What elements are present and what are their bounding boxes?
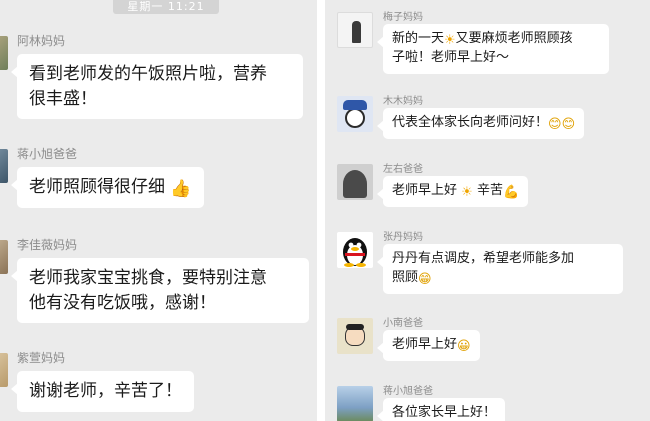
avatar[interactable] — [337, 164, 373, 200]
message-text: 老师照顾得很仔细 — [29, 177, 165, 197]
chat-message: 阿林妈妈 看到老师发的午饭照片啦，营养 很丰盛！ — [0, 32, 317, 128]
message-text: 辛苦 — [476, 183, 503, 198]
message-bubble[interactable]: 老师早上好😀 — [377, 330, 480, 361]
chat-message: 蒋小旭爸爸 老师照顾得很仔细 👍 — [0, 145, 317, 215]
message-text: 新的一天 — [392, 31, 445, 46]
avatar-face — [345, 108, 365, 128]
avatar[interactable] — [0, 149, 8, 183]
message-text: 子啦！老师早上好～ — [392, 49, 510, 65]
message-text: 他有没有吃饭哦，感谢！ — [29, 292, 216, 313]
message-text: 老师早上好 — [392, 337, 458, 352]
left-chat-panel: 星期一 11:21 阿林妈妈 看到老师发的午饭照片啦，营养 很丰盛！ 蒋小旭爸爸… — [0, 0, 317, 421]
message-text: 丹丹有点调皮，希望老师能多加 — [392, 251, 575, 266]
chat-timestamp: 星期一 11:21 — [113, 0, 219, 14]
flexed-arm-icon: 💪 — [502, 185, 520, 200]
message-text: 谢谢老师，辛苦了！ — [29, 381, 182, 401]
avatar-hat — [343, 100, 367, 110]
message-bubble[interactable]: 谢谢老师，辛苦了！ — [11, 371, 194, 412]
message-bubble[interactable]: 各位家长早上好！ — [376, 398, 506, 421]
sender-name[interactable]: 木木妈妈 — [383, 92, 423, 107]
sender-name[interactable]: 李佳薇妈妈 — [17, 236, 77, 253]
message-bubble[interactable]: 丹丹有点调皮，希望老师能多加 照顾😁 — [377, 244, 623, 294]
avatar[interactable] — [337, 386, 373, 421]
avatar[interactable] — [337, 232, 373, 268]
chat-message: 李佳薇妈妈 老师我家宝宝挑食，要特别注意 他有没有吃饭哦，感谢！ — [0, 236, 317, 336]
chat-message: 蒋小旭爸爸 各位家长早上好！ — [325, 382, 650, 421]
avatar[interactable] — [0, 36, 8, 70]
thumbs-up-icon: 👍 — [170, 179, 192, 199]
chat-message: 梅子妈妈 新的一天☀又要麻烦老师照顾孩 子啦！老师早上好～ — [325, 8, 650, 84]
avatar[interactable] — [337, 12, 373, 48]
message-text: 照顾 — [392, 269, 419, 285]
message-text: 老师我家宝宝挑食，要特别注意 — [29, 268, 267, 288]
chat-message: 张丹妈妈 丹丹有点调皮，希望老师能多加 照顾😁 — [325, 228, 650, 302]
message-text: 又要麻烦老师照顾孩 — [455, 31, 573, 46]
penguin-avatar-icon — [343, 238, 367, 267]
avatar[interactable] — [0, 240, 8, 274]
sender-name[interactable]: 张丹妈妈 — [383, 228, 423, 243]
sender-name[interactable]: 小南爸爸 — [383, 314, 423, 329]
avatar-hair — [346, 324, 364, 330]
avatar-figure — [343, 170, 367, 198]
message-text: 代表全体家长向老师问好！ — [392, 115, 549, 130]
smile-icon: 😊😊 — [548, 117, 576, 132]
message-text: 各位家长早上好！ — [392, 405, 497, 420]
avatar[interactable] — [337, 96, 373, 132]
grin-icon: 😀 — [457, 339, 471, 354]
sender-name[interactable]: 梅子妈妈 — [383, 8, 423, 23]
message-text: 看到老师发的午饭照片啦，营养 — [29, 64, 267, 84]
sender-name[interactable]: 阿林妈妈 — [17, 32, 65, 49]
chat-message: 小南爸爸 老师早上好😀 — [325, 314, 650, 370]
chat-message: 左右爸爸 老师早上好 ☀ 辛苦💪 — [325, 160, 650, 216]
avatar[interactable] — [337, 318, 373, 354]
message-text: 很丰盛！ — [29, 88, 97, 109]
message-bubble[interactable]: 新的一天☀又要麻烦老师照顾孩 子啦！老师早上好～ — [377, 24, 609, 74]
sender-name[interactable]: 蒋小旭爸爸 — [383, 382, 433, 397]
chat-message: 紫萱妈妈 谢谢老师，辛苦了！ — [0, 349, 317, 419]
message-bubble[interactable]: 老师我家宝宝挑食，要特别注意 他有没有吃饭哦，感谢！ — [11, 258, 309, 324]
message-bubble[interactable]: 代表全体家长向老师问好！😊😊 — [376, 108, 585, 139]
grin-icon: 😁 — [418, 271, 432, 287]
avatar-figure — [352, 21, 361, 43]
message-bubble[interactable]: 看到老师发的午饭照片啦，营养 很丰盛！ — [11, 54, 303, 120]
sun-icon: ☀ — [444, 33, 456, 48]
message-text: 老师早上好 — [392, 183, 458, 198]
sender-name[interactable]: 紫萱妈妈 — [17, 349, 65, 366]
chat-message: 木木妈妈 代表全体家长向老师问好！😊😊 — [325, 92, 650, 148]
message-bubble[interactable]: 老师照顾得很仔细 👍 — [11, 167, 204, 208]
right-chat-panel: 梅子妈妈 新的一天☀又要麻烦老师照顾孩 子啦！老师早上好～ 木木妈妈 代表全体家… — [325, 0, 650, 421]
avatar[interactable] — [0, 353, 8, 387]
message-bubble[interactable]: 老师早上好 ☀ 辛苦💪 — [376, 176, 529, 207]
sun-icon: ☀ — [461, 185, 473, 200]
sender-name[interactable]: 左右爸爸 — [383, 160, 423, 175]
sender-name[interactable]: 蒋小旭爸爸 — [17, 145, 77, 162]
